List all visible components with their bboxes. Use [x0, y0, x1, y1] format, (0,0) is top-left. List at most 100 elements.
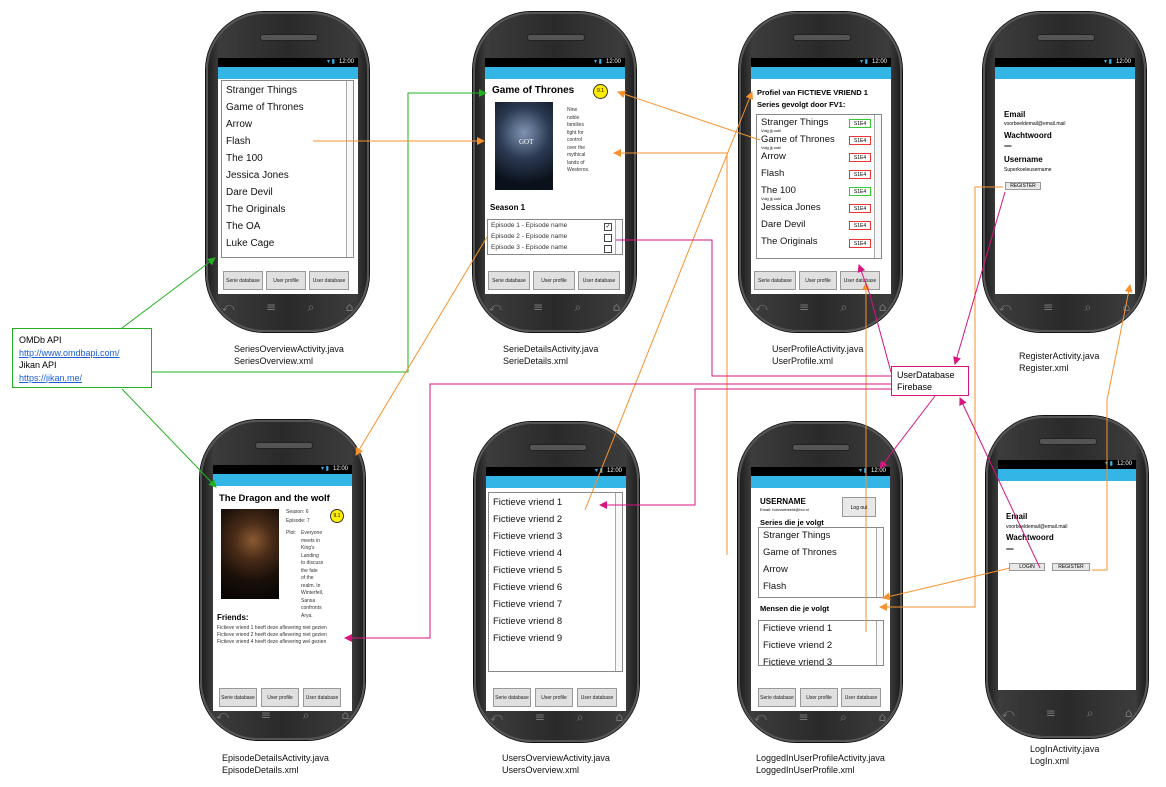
search-icon[interactable]: ⌕	[1087, 706, 1094, 721]
list-item[interactable]: Game of Thrones	[761, 134, 835, 145]
password-field[interactable]: •••••••••••••••••	[1004, 143, 1012, 148]
list-item[interactable]: Episode 1 - Episode name	[491, 222, 567, 229]
list-item[interactable]: Episode 3 - Episode name	[491, 244, 567, 251]
list-item[interactable]: Game of Thrones	[226, 102, 304, 113]
list-item[interactable]: The 100	[226, 153, 263, 164]
search-icon[interactable]: ⌕	[1084, 300, 1091, 315]
register-button[interactable]: REGISTER	[1005, 182, 1041, 190]
list-item[interactable]: Fictieve vriend 4	[493, 548, 562, 559]
menu-icon[interactable]: ⌂	[346, 300, 354, 314]
tab-user-database[interactable]: User database	[578, 271, 620, 290]
tab-user-profile[interactable]: User profile	[533, 271, 575, 290]
list-item[interactable]: Dare Devil	[226, 187, 273, 198]
home-icon[interactable]: ≡	[266, 300, 276, 314]
tab-user-database[interactable]: User database	[840, 271, 880, 290]
scrollbar[interactable]	[874, 115, 881, 258]
home-icon[interactable]: ≡	[261, 708, 271, 722]
home-icon[interactable]: ≡	[798, 710, 808, 724]
tab-serie-database[interactable]: Serie database	[754, 271, 796, 290]
menu-icon[interactable]: ⌂	[1123, 300, 1131, 314]
list-item[interactable]: Arrow	[763, 564, 788, 575]
list-item[interactable]: Fictieve vriend 3	[763, 657, 832, 665]
email-field[interactable]: voorbeeldemail@email.mail	[1004, 121, 1066, 127]
watched-checkbox[interactable]: ✓	[604, 223, 612, 231]
list-item[interactable]: Fictieve vriend 2	[763, 640, 832, 651]
back-icon[interactable]: ⤺	[754, 710, 767, 725]
home-icon[interactable]: ≡	[535, 710, 545, 724]
list-item[interactable]: Fictieve vriend 7	[493, 599, 562, 610]
search-icon[interactable]: ⌕	[574, 300, 581, 315]
menu-icon[interactable]: ⌂	[615, 710, 623, 724]
list-item[interactable]: Fictieve vriend 2	[493, 514, 562, 525]
scrollbar[interactable]	[615, 493, 622, 671]
followed-series-list[interactable]: Stranger Things Volg jij ook! Game of Th…	[756, 114, 882, 259]
list-item[interactable]: The OA	[226, 221, 260, 232]
scrollbar[interactable]	[346, 81, 353, 257]
list-item[interactable]: The Originals	[761, 236, 818, 247]
list-item[interactable]: The Originals	[226, 204, 285, 215]
password-field[interactable]: •••••••••••••••••	[1006, 546, 1014, 551]
list-item[interactable]: Fictieve vriend 6	[493, 582, 562, 593]
list-item[interactable]: Game of Thrones	[763, 547, 837, 558]
list-item[interactable]: Fictieve vriend 1	[493, 497, 562, 508]
list-item[interactable]: Episode 2 - Episode name	[491, 233, 567, 240]
list-item[interactable]: Flash	[763, 581, 786, 592]
list-item[interactable]: Fictieve vriend 1	[763, 623, 832, 634]
menu-icon[interactable]: ⌂	[879, 300, 887, 314]
back-icon[interactable]: ⤺	[490, 710, 503, 725]
list-item[interactable]: Stranger Things	[226, 85, 297, 96]
menu-icon[interactable]: ⌂	[1125, 706, 1133, 720]
email-field[interactable]: voorbeeldemail@email.mail	[1006, 524, 1068, 530]
username-field[interactable]: Superkoeleusername	[1004, 167, 1052, 173]
list-item[interactable]: The 100	[761, 185, 796, 196]
list-item[interactable]: Jessica Jones	[226, 170, 289, 181]
back-icon[interactable]: ⤺	[216, 708, 229, 723]
home-icon[interactable]: ≡	[1043, 300, 1053, 314]
back-icon[interactable]: ⤺	[1002, 706, 1015, 721]
back-icon[interactable]: ⤺	[489, 300, 502, 315]
login-button[interactable]: LOGIN	[1009, 563, 1045, 571]
list-item[interactable]: Luke Cage	[226, 238, 274, 249]
tab-user-profile[interactable]: User profile	[266, 271, 306, 290]
watched-checkbox[interactable]	[604, 234, 612, 242]
tab-serie-database[interactable]: Serie database	[488, 271, 530, 290]
tab-user-profile[interactable]: User profile	[799, 271, 837, 290]
search-icon[interactable]: ⌕	[307, 300, 314, 315]
search-icon[interactable]: ⌕	[840, 710, 847, 725]
users-list[interactable]: Fictieve vriend 1 Fictieve vriend 2 Fict…	[488, 492, 623, 672]
menu-icon[interactable]: ⌂	[613, 300, 621, 314]
tab-user-database[interactable]: User database	[309, 271, 349, 290]
api-omdb-link[interactable]: http://www.omdbapi.com/	[19, 347, 145, 360]
tab-serie-database[interactable]: Serie database	[223, 271, 263, 290]
followed-people-list[interactable]: Fictieve vriend 1 Fictieve vriend 2 Fict…	[758, 620, 884, 666]
scrollbar[interactable]	[876, 528, 883, 597]
back-icon[interactable]: ⤺	[222, 300, 235, 315]
list-item[interactable]: Arrow	[761, 151, 786, 162]
search-icon[interactable]: ⌕	[577, 710, 584, 725]
list-item[interactable]: Fictieve vriend 3	[493, 531, 562, 542]
logout-button[interactable]: Log out	[842, 497, 876, 517]
list-item[interactable]: Flash	[226, 136, 250, 147]
list-item[interactable]: Arrow	[226, 119, 252, 130]
followed-series-list[interactable]: Stranger Things Game of Thrones Arrow Fl…	[758, 527, 884, 598]
list-item[interactable]: Flash	[761, 168, 784, 179]
scrollbar[interactable]	[876, 621, 883, 665]
list-item[interactable]: Dare Devil	[761, 219, 805, 230]
search-icon[interactable]: ⌕	[303, 708, 310, 723]
register-button[interactable]: REGISTER	[1052, 563, 1090, 571]
search-icon[interactable]: ⌕	[840, 300, 847, 315]
home-icon[interactable]: ≡	[1046, 706, 1056, 720]
list-item[interactable]: Fictieve vriend 9	[493, 633, 562, 644]
home-icon[interactable]: ≡	[799, 300, 809, 314]
watched-checkbox[interactable]	[604, 245, 612, 253]
home-icon[interactable]: ≡	[533, 300, 543, 314]
list-item[interactable]: Fictieve vriend 5	[493, 565, 562, 576]
scrollbar[interactable]	[615, 220, 622, 254]
menu-icon[interactable]: ⌂	[341, 708, 349, 722]
menu-icon[interactable]: ⌂	[879, 710, 887, 724]
series-list[interactable]: Stranger Things Game of Thrones Arrow Fl…	[221, 80, 354, 258]
list-item[interactable]: Stranger Things	[761, 117, 828, 128]
episode-list[interactable]: Episode 1 - Episode name Episode 2 - Epi…	[487, 219, 623, 255]
list-item[interactable]: Stranger Things	[763, 530, 830, 541]
list-item[interactable]: Jessica Jones	[761, 202, 821, 213]
